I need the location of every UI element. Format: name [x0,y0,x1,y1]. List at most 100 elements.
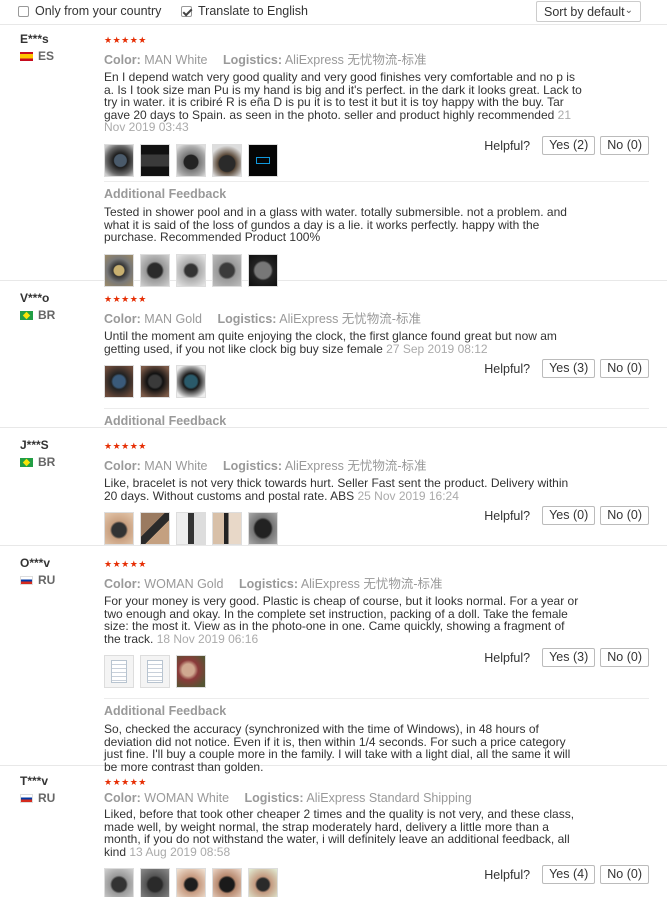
logistics-value: AliExpress 无忧物流-标准 [279,312,421,326]
star-rating: ★★★★★ [104,441,147,451]
review-text: Like, bracelet is not very thick towards… [104,477,584,502]
helpful-label: Helpful? [484,867,531,882]
review-photo[interactable] [212,253,242,287]
reviewer-country: BR [20,455,55,469]
reviewer-name: E***s [20,32,49,46]
review-photo[interactable] [176,868,206,897]
helpful-label: Helpful? [484,650,531,665]
flag-ru-icon [20,575,33,585]
helpful-yes-button[interactable]: Yes (3) [542,359,596,378]
checkbox-unchecked[interactable] [18,5,29,17]
divider [104,408,649,409]
review-text: Liked, before that took other cheaper 2 … [104,808,584,858]
review-date: 18 Nov 2019 06:16 [156,631,259,646]
helpful-yes-button[interactable]: Yes (3) [542,648,596,667]
review-photo[interactable] [248,253,278,287]
review-photo[interactable] [248,512,278,545]
color-value: WOMAN White [144,791,230,805]
country-code: ES [38,49,55,63]
review-photo[interactable] [104,655,134,688]
additional-feedback-heading: Additional Feedback [104,704,227,718]
flag-ru-icon [20,793,33,803]
review-date: 25 Nov 2019 16:24 [357,488,459,503]
review-photo[interactable] [104,868,134,897]
helpful-yes-button[interactable]: Yes (0) [542,506,596,525]
color-value: WOMAN Gold [144,577,224,591]
review-text: Until the moment am quite enjoying the c… [104,330,584,355]
reviewer-country: RU [20,791,55,805]
only-country-label: Only from your country [35,4,162,18]
helpful-no-button[interactable]: No (0) [600,506,649,525]
reviewer-country: ES [20,49,54,63]
review-photo[interactable] [176,512,206,545]
checkbox-checked[interactable] [181,5,192,17]
review-photo[interactable] [140,868,170,897]
color-label: Color: [104,459,141,473]
color-value: MAN Gold [144,312,202,326]
review-body: Until the moment am quite enjoying the c… [104,329,557,356]
helpful-no-button[interactable]: No (0) [600,648,649,667]
country-code: BR [38,308,56,322]
review-photo[interactable] [104,512,134,545]
reviewer-name: J***S [20,438,49,452]
country-code: RU [38,791,56,805]
review-photo[interactable] [212,868,242,897]
review-photo[interactable] [176,655,206,688]
star-rating: ★★★★★ [104,294,147,304]
flag-br-icon [20,310,33,320]
logistics-label: Logistics: [238,577,299,591]
translate-checkbox[interactable]: Translate to English [181,4,308,18]
flag-es-icon [20,51,33,61]
review-photo[interactable] [140,655,170,688]
logistics-value: AliExpress 无忧物流-标准 [300,577,443,591]
star-rating: ★★★★★ [104,777,147,787]
review-photo[interactable] [140,512,170,545]
helpful-label: Helpful? [484,508,531,523]
additional-feedback-text: Tested in shower pool and in a glass wit… [104,205,567,244]
helpful-yes-button[interactable]: Yes (4) [542,865,596,884]
review-photo[interactable] [176,253,206,287]
review-photo[interactable] [248,868,278,897]
star-rating: ★★★★★ [104,559,147,569]
review-meta: Color: WOMAN White Logistics: AliExpress… [104,791,649,805]
star-rating: ★★★★★ [104,35,147,45]
additional-feedback-heading: Additional Feedback [104,187,227,201]
review-text: For your money is very good. Plastic is … [104,595,584,645]
review-photo[interactable] [140,253,170,287]
review-date: 27 Sep 2019 08:12 [386,341,488,356]
helpful-label: Helpful? [484,361,531,376]
helpful-controls: Helpful? Yes (4) No (0) [484,865,649,884]
reviewer-country: BR [20,308,55,322]
chevron-down-icon: ⌄ [624,5,633,16]
review-photo[interactable] [140,365,170,398]
logistics-label: Logistics: [222,53,283,67]
review-item: V***o BR ★★★★★ Color: MAN Gold Logistics… [0,285,667,428]
reviewer-name: T***v [20,774,49,788]
review-item: E***s ES ★★★★★ Color: MAN White Logistic… [0,26,667,287]
helpful-controls: Helpful? Yes (3) No (0) [484,359,649,378]
review-body: En I depend watch very good quality and … [104,70,582,122]
logistics-label: Logistics: [222,459,283,473]
additional-feedback-text: So, checked the accuracy (synchronized w… [104,722,571,774]
reviewer-country: RU [20,573,55,587]
review-text: En I depend watch very good quality and … [104,71,584,134]
helpful-yes-button[interactable]: Yes (2) [542,136,596,155]
only-country-checkbox[interactable]: Only from your country [18,4,161,18]
review-meta: Color: WOMAN Gold Logistics: AliExpress … [104,573,649,592]
sort-dropdown[interactable]: Sort by default ⌄ [536,1,641,22]
helpful-no-button[interactable]: No (0) [600,359,649,378]
additional-feedback-heading: Additional Feedback [104,414,227,428]
helpful-no-button[interactable]: No (0) [600,865,649,884]
translate-label: Translate to English [198,4,309,18]
review-photo[interactable] [104,365,134,398]
review-body: Like, bracelet is not very thick towards… [104,476,569,503]
country-code: BR [38,455,56,469]
reviewer-name: V***o [20,291,50,305]
review-photo[interactable] [212,512,242,545]
review-meta: Color: MAN White Logistics: AliExpress 无… [104,455,649,474]
review-photo[interactable] [104,253,134,287]
logistics-label: Logistics: [217,312,277,326]
helpful-no-button[interactable]: No (0) [600,136,649,155]
logistics-label: Logistics: [244,791,304,805]
review-photo[interactable] [176,365,206,398]
